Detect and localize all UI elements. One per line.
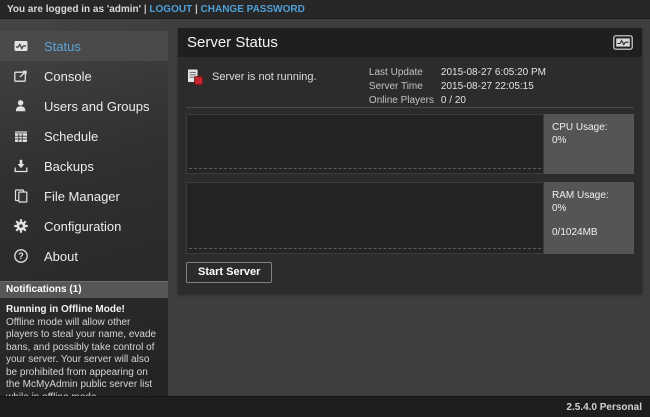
- cpu-usage-value: 0%: [552, 134, 626, 147]
- notification-text: Offline mode will allow other players to…: [6, 317, 162, 397]
- panel-header: Server Status: [178, 28, 642, 57]
- footer-bar: 2.5.4.0 Personal: [0, 396, 650, 417]
- sidebar-item-console[interactable]: Console: [0, 61, 168, 91]
- sidebar-item-file-manager[interactable]: File Manager: [0, 181, 168, 211]
- notification-item: Running in Offline Mode! Offline mode wi…: [0, 298, 168, 396]
- server-info-table: Last Update 2015-08-27 6:05:20 PM Server…: [369, 67, 546, 109]
- question-icon: ?: [13, 248, 29, 264]
- sidebar-item-label: Status: [44, 39, 81, 54]
- info-line-server-time: Server Time 2015-08-27 22:05:15: [369, 81, 546, 92]
- notification-title: Running in Offline Mode!: [6, 304, 162, 317]
- gear-icon: [13, 218, 29, 234]
- logged-in-text: You are logged in as 'admin': [7, 4, 141, 15]
- server-status-message: Server is not running.: [186, 68, 317, 86]
- cpu-usage-label: CPU Usage:: [552, 121, 626, 134]
- svg-text:?: ?: [18, 251, 24, 261]
- info-value: 2015-08-27 22:05:15: [441, 81, 534, 92]
- info-label: Last Update: [369, 67, 441, 78]
- sidebar-item-schedule[interactable]: Schedule: [0, 121, 168, 151]
- sidebar-item-users-and-groups[interactable]: Users and Groups: [0, 91, 168, 121]
- panel-content: Server is not running. Last Update 2015-…: [178, 57, 642, 294]
- sidebar-item-label: Backups: [44, 159, 94, 174]
- separator: |: [192, 4, 200, 15]
- sidebar-item-label: Schedule: [44, 129, 98, 144]
- version-text: 2.5.4.0 Personal: [566, 402, 642, 413]
- ram-chart-area: [186, 182, 544, 254]
- separator: |: [141, 4, 149, 15]
- ram-gauge-row: RAM Usage: 0% 0/1024MB: [186, 182, 634, 254]
- mcmyadmin-app: You are logged in as 'admin' | LOGOUT | …: [0, 0, 650, 417]
- users-icon: [13, 98, 29, 114]
- ram-usage-detail: 0/1024MB: [552, 226, 626, 239]
- backups-icon: [13, 158, 29, 174]
- info-value: 2015-08-27 6:05:20 PM: [441, 67, 546, 78]
- ram-chart-baseline: [189, 248, 541, 249]
- file-manager-icon: [13, 188, 29, 204]
- logout-link[interactable]: LOGOUT: [149, 4, 192, 15]
- sidebar-item-label: File Manager: [44, 189, 120, 204]
- start-server-button[interactable]: Start Server: [186, 262, 272, 283]
- server-status-text: Server is not running.: [212, 71, 317, 83]
- sidebar: Status Console Users and Groups: [0, 19, 168, 396]
- console-icon: [13, 68, 29, 84]
- sidebar-item-label: About: [44, 249, 78, 264]
- sidebar-item-label: Configuration: [44, 219, 121, 234]
- sidebar-menu: Status Console Users and Groups: [0, 19, 168, 271]
- info-label: Server Time: [369, 81, 441, 92]
- ram-usage-value: 0%: [552, 202, 626, 215]
- sidebar-item-backups[interactable]: Backups: [0, 151, 168, 181]
- ram-usage-box: RAM Usage: 0% 0/1024MB: [544, 182, 634, 254]
- sidebar-item-label: Users and Groups: [44, 99, 150, 114]
- server-info-row: Server is not running. Last Update 2015-…: [186, 65, 634, 107]
- info-line-online-players: Online Players 0 / 20: [369, 95, 546, 106]
- main-area: Server Status: [168, 19, 650, 396]
- sidebar-item-status[interactable]: Status: [0, 31, 168, 61]
- info-value: 0 / 20: [441, 95, 466, 106]
- status-icon: [13, 38, 29, 54]
- info-label: Online Players: [369, 95, 441, 106]
- server-status-panel: Server Status: [178, 28, 642, 294]
- ram-usage-label: RAM Usage:: [552, 189, 626, 202]
- page-title: Server Status: [187, 34, 278, 51]
- sidebar-item-about[interactable]: ? About: [0, 241, 168, 271]
- change-password-link[interactable]: CHANGE PASSWORD: [201, 4, 305, 15]
- cpu-chart-area: [186, 114, 544, 174]
- notifications-header: Notifications (1): [0, 281, 168, 298]
- info-line-last-update: Last Update 2015-08-27 6:05:20 PM: [369, 67, 546, 78]
- cpu-usage-box: CPU Usage: 0%: [544, 114, 634, 174]
- status-chart-icon: [613, 35, 633, 50]
- sidebar-item-configuration[interactable]: Configuration: [0, 211, 168, 241]
- cpu-gauge-row: CPU Usage: 0%: [186, 114, 634, 174]
- server-stopped-icon: [186, 68, 204, 86]
- cpu-chart-baseline: [189, 168, 541, 169]
- schedule-icon: [13, 128, 29, 144]
- sidebar-item-label: Console: [44, 69, 92, 84]
- topbar: You are logged in as 'admin' | LOGOUT | …: [0, 0, 650, 19]
